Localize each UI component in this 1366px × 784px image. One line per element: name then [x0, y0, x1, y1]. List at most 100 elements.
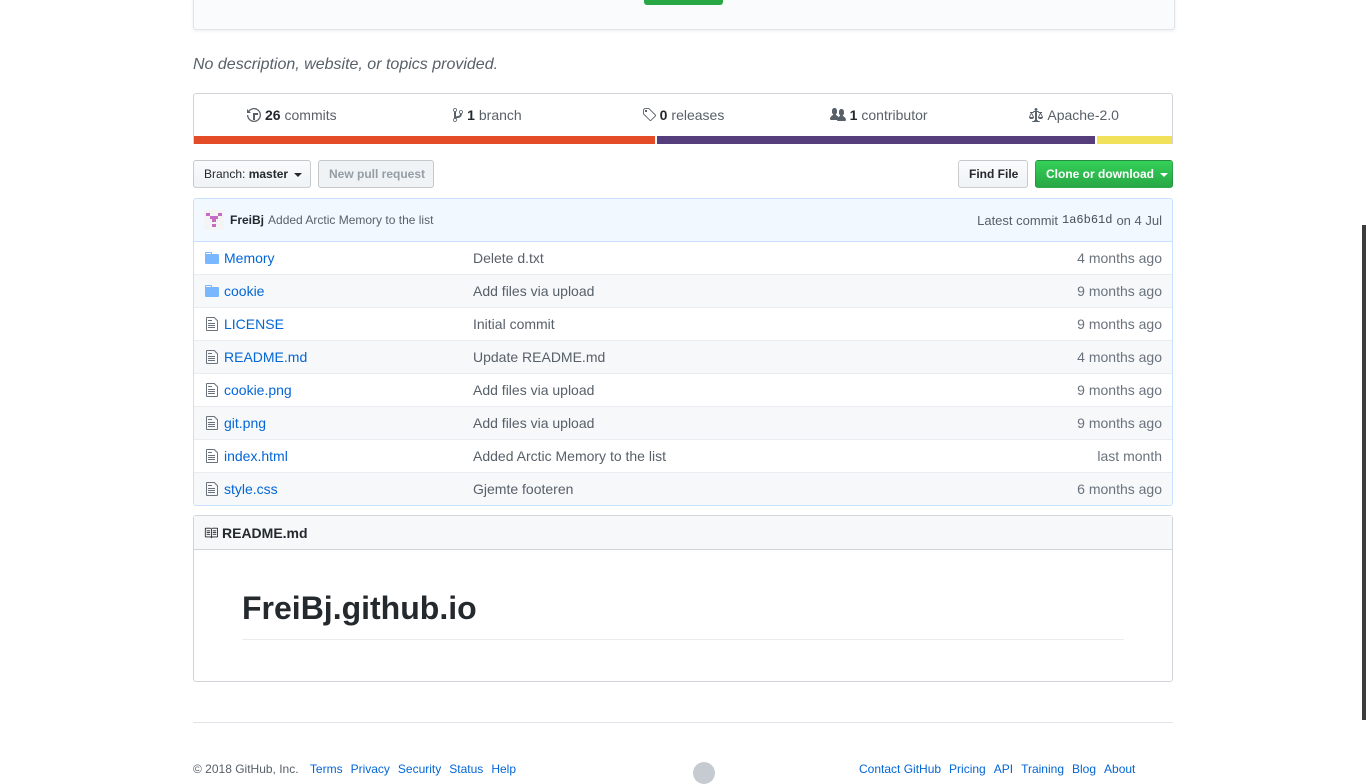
branches-label: branch: [478, 106, 522, 123]
file-name-link[interactable]: cookie: [224, 283, 473, 299]
file-commit-message[interactable]: Initial commit: [473, 316, 1077, 332]
footer-link[interactable]: Training: [1021, 762, 1064, 776]
file-age: 4 months ago: [1077, 250, 1162, 266]
folder-icon: [204, 283, 220, 299]
law-icon: [1029, 107, 1044, 122]
footer-link[interactable]: Blog: [1072, 762, 1096, 776]
file-name-link[interactable]: cookie.png: [224, 382, 473, 398]
footer-right: Contact GitHub Pricing API Training Blog Abou…: [851, 762, 1135, 776]
license-link[interactable]: Apache-2.0: [976, 107, 1172, 123]
file-commit-message[interactable]: Gjemte footeren: [473, 481, 1077, 497]
commit-message[interactable]: Added Arctic Memory to the list: [268, 213, 433, 227]
language-bar[interactable]: [194, 136, 1172, 144]
file-commit-message[interactable]: Add files via upload: [473, 382, 1077, 398]
file-navigation: Branch: master New pull request Find Fil…: [193, 160, 1173, 188]
footer-link[interactable]: Help: [491, 762, 516, 776]
footer-link[interactable]: Contact GitHub: [859, 762, 941, 776]
folder-icon: [204, 250, 220, 266]
history-icon: [246, 107, 261, 122]
footer-link[interactable]: Status: [449, 762, 483, 776]
avatar[interactable]: [204, 210, 224, 230]
branch-name: master: [248, 167, 289, 181]
file-name-link[interactable]: LICENSE: [224, 316, 473, 332]
file-commit-message[interactable]: Added Arctic Memory to the list: [473, 448, 1097, 464]
latest-commit-label: Latest commit: [977, 212, 1059, 228]
new-pull-request-button[interactable]: New pull request: [318, 160, 434, 188]
footer-link[interactable]: Security: [398, 762, 441, 776]
repo-description: No description, website, or topics provi…: [193, 56, 499, 73]
file-commit-message[interactable]: Add files via upload: [473, 415, 1077, 431]
file-name-link[interactable]: index.html: [224, 448, 473, 464]
file-age: 9 months ago: [1077, 415, 1162, 431]
file-icon: [204, 415, 220, 431]
caret-down-icon: [1160, 172, 1169, 177]
releases-label: releases: [671, 106, 725, 123]
find-file-button[interactable]: Find File: [958, 160, 1028, 188]
branches-count: 1: [467, 106, 475, 123]
file-table: FreiBj Added Arctic Memory to the list L…: [193, 198, 1173, 506]
top-green-button-edge[interactable]: [644, 0, 723, 5]
tag-icon: [642, 107, 656, 121]
language-bar-segment[interactable]: [1097, 136, 1172, 144]
scrollbar[interactable]: [1362, 225, 1366, 720]
releases-count: 0: [659, 106, 668, 123]
github-logo-icon[interactable]: [693, 762, 715, 784]
footer-copyright: © 2018 GitHub, Inc.: [193, 762, 299, 776]
file-commit-message[interactable]: Add files via upload: [473, 283, 1077, 299]
file-name-link[interactable]: Memory: [224, 250, 473, 266]
commits-label: commits: [284, 106, 337, 123]
releases-link[interactable]: 0 releases: [585, 107, 781, 123]
file-age: last month: [1097, 448, 1162, 464]
file-name-link[interactable]: README.md: [224, 349, 473, 365]
commit-sha[interactable]: 1a6b61d: [1062, 213, 1112, 227]
top-panel: [193, 0, 1175, 30]
commit-date: on 4 Jul: [1116, 212, 1162, 228]
language-bar-segment[interactable]: [656, 136, 1095, 144]
footer-link[interactable]: Terms: [310, 762, 343, 776]
footer-link[interactable]: Privacy: [351, 762, 390, 776]
caret-down-icon: [294, 172, 303, 177]
language-bar-segment[interactable]: [194, 136, 655, 144]
file-row: Memory Delete d.txt 4 months ago: [194, 242, 1172, 274]
footer-link[interactable]: About: [1104, 762, 1135, 776]
file-list: Memory Delete d.txt 4 months ago cookie Add …: [194, 242, 1172, 505]
file-icon: [204, 448, 220, 464]
commits-count: 26: [264, 106, 281, 123]
contributors-count: 1: [849, 106, 858, 123]
file-icon: [204, 481, 220, 497]
readme-panel: README.md FreiBj.github.io: [193, 515, 1173, 682]
commits-link[interactable]: 26 commits: [194, 107, 390, 123]
footer-link[interactable]: Pricing: [949, 762, 986, 776]
contributors-link[interactable]: 1 contributor: [781, 107, 977, 123]
file-row: README.md Update README.md 4 months ago: [194, 340, 1172, 373]
file-row: git.png Add files via upload 9 months ago: [194, 406, 1172, 439]
clone-download-button[interactable]: Clone or download: [1035, 160, 1173, 188]
footer-divider: [193, 722, 1173, 723]
file-age: 4 months ago: [1077, 349, 1162, 365]
branch-select-button[interactable]: Branch: master: [193, 160, 311, 188]
file-age: 9 months ago: [1077, 316, 1162, 332]
file-age: 9 months ago: [1077, 283, 1162, 299]
commit-tease: FreiBj Added Arctic Memory to the list L…: [194, 199, 1172, 242]
commit-author[interactable]: FreiBj: [230, 213, 264, 227]
file-age: 9 months ago: [1077, 382, 1162, 398]
file-row: cookie Add files via upload 9 months ago: [194, 274, 1172, 307]
file-commit-message[interactable]: Delete d.txt: [473, 250, 1077, 266]
readme-heading: FreiBj.github.io: [242, 590, 1124, 640]
branch-prefix: Branch:: [204, 167, 246, 181]
branches-link[interactable]: 1 branch: [390, 107, 586, 123]
file-name-link[interactable]: git.png: [224, 415, 473, 431]
footer-link[interactable]: API: [994, 762, 1013, 776]
book-icon: [204, 527, 218, 538]
readme-filename: README.md: [222, 524, 308, 541]
file-row: index.html Added Arctic Memory to the lis…: [194, 439, 1172, 472]
file-icon: [204, 349, 220, 365]
file-commit-message[interactable]: Update README.md: [473, 349, 1077, 365]
footer-left: © 2018 GitHub, Inc. Terms Privacy Security…: [193, 762, 516, 776]
file-row: style.css Gjemte footeren 6 months ago: [194, 472, 1172, 505]
repo-summary: 26 commits 1 branch 0 releases 1 contrib…: [193, 93, 1173, 144]
readme-header: README.md: [194, 516, 1172, 550]
file-icon: [204, 382, 220, 398]
file-name-link[interactable]: style.css: [224, 481, 473, 497]
file-age: 6 months ago: [1077, 481, 1162, 497]
